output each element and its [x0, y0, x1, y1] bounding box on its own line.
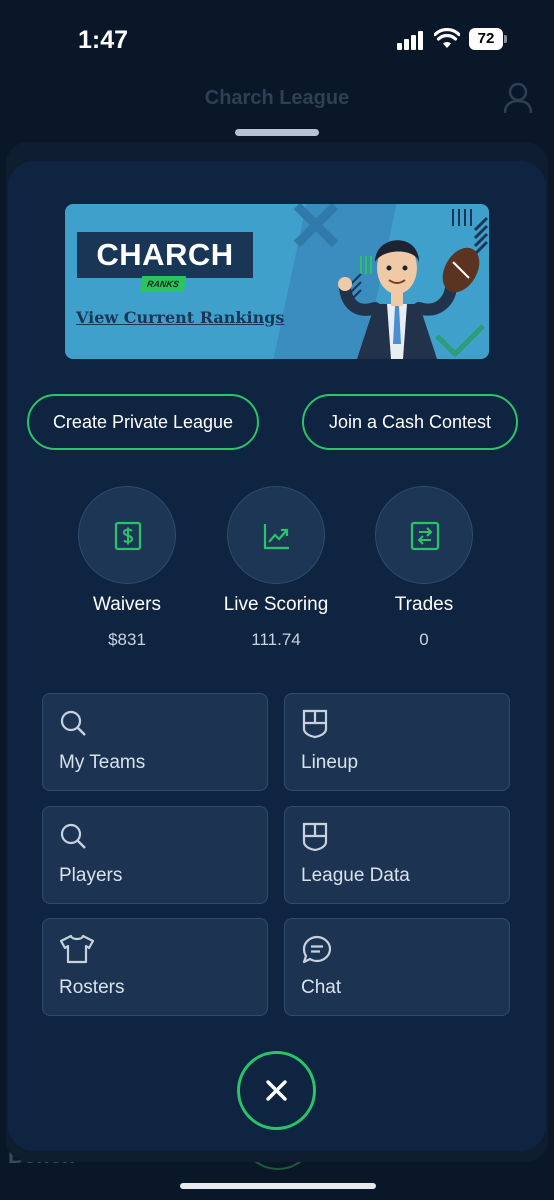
- tile-label: My Teams: [59, 752, 146, 773]
- status-bar: 1:47 72: [0, 0, 554, 80]
- join-cash-contest-button[interactable]: Join a Cash Contest: [302, 394, 518, 450]
- shirt-icon: [59, 934, 95, 964]
- live-scoring-button[interactable]: [227, 486, 325, 584]
- tile-label: Rosters: [59, 977, 125, 998]
- tile-label: Lineup: [301, 752, 359, 773]
- rankings-banner[interactable]: CHARCH RANKS View Current Rankings: [65, 204, 489, 359]
- stat-label: Live Scoring: [223, 594, 329, 615]
- shield-icon: [302, 822, 328, 852]
- stat-label: Trades: [394, 594, 454, 615]
- banner-ranks-badge: RANKS: [139, 276, 187, 292]
- stat-waivers[interactable]: Waivers $831: [52, 486, 202, 650]
- mascot-illustration: [293, 204, 489, 359]
- waivers-button[interactable]: [78, 486, 176, 584]
- battery-icon: 72: [469, 28, 507, 50]
- stat-trades[interactable]: Trades 0: [349, 486, 499, 650]
- league-title: Charch League: [204, 87, 350, 109]
- user-icon[interactable]: [503, 82, 533, 114]
- tile-label: Players: [59, 865, 123, 886]
- wifi-icon: [434, 28, 460, 48]
- trades-button[interactable]: [375, 486, 473, 584]
- stat-value: $831: [108, 630, 146, 649]
- tile-league-data[interactable]: League Data: [284, 806, 510, 904]
- quick-menu-sheet: CHARCH RANKS View Current Rankings Creat…: [8, 161, 546, 1151]
- dollar-icon: [114, 521, 142, 551]
- view-rankings-link[interactable]: View Current Rankings: [76, 308, 284, 327]
- status-time: 1:47: [78, 26, 129, 54]
- close-icon: [266, 1080, 287, 1101]
- tile-chat[interactable]: Chat: [284, 918, 510, 1016]
- close-button[interactable]: [237, 1051, 316, 1130]
- shield-icon: [302, 709, 328, 739]
- search-icon: [60, 710, 86, 736]
- banner-title-box: CHARCH: [77, 232, 253, 278]
- cellular-signal-icon: [397, 30, 427, 50]
- tile-players[interactable]: Players: [42, 806, 268, 904]
- search-icon: [60, 823, 86, 849]
- stat-value: 0: [419, 630, 429, 649]
- tile-my-teams[interactable]: My Teams: [42, 693, 268, 791]
- tile-label: Chat: [301, 977, 342, 998]
- stat-live-scoring[interactable]: Live Scoring 111.74: [201, 486, 351, 650]
- sheet-grabber[interactable]: [235, 129, 319, 136]
- chat-icon: [302, 935, 332, 964]
- tile-rosters[interactable]: Rosters: [42, 918, 268, 1016]
- stat-label: Waivers: [93, 594, 161, 615]
- trending-up-icon: [263, 524, 289, 550]
- swap-icon: [410, 521, 440, 551]
- tile-label: League Data: [301, 865, 410, 886]
- tile-lineup[interactable]: Lineup: [284, 693, 510, 791]
- stat-value: 111.74: [251, 630, 301, 649]
- create-private-league-button[interactable]: Create Private League: [27, 394, 259, 450]
- banner-title: CHARCH: [96, 237, 234, 272]
- home-indicator[interactable]: [180, 1183, 376, 1189]
- battery-level: 72: [469, 28, 503, 50]
